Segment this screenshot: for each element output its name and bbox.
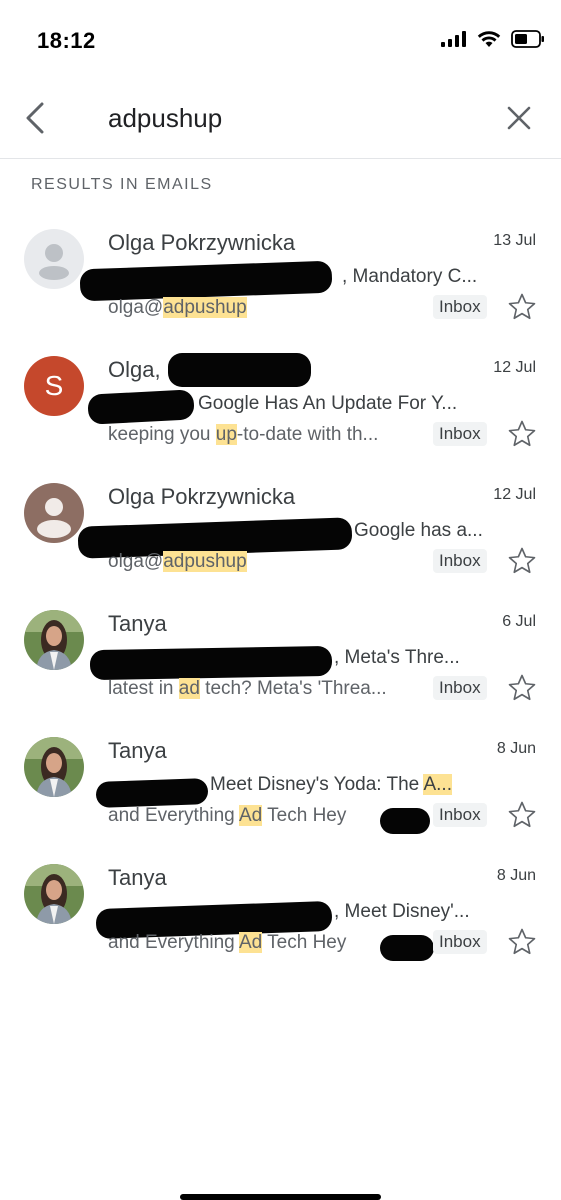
close-icon <box>507 106 531 130</box>
redaction-mark <box>168 353 311 387</box>
profile-photo-icon <box>24 610 84 670</box>
email-date: 8 Jun <box>496 740 536 757</box>
avatar-default <box>24 229 84 289</box>
email-subject: Google Has An Update For Y... <box>198 393 458 414</box>
email-date: 6 Jul <box>502 613 536 630</box>
label-badge: Inbox <box>433 549 487 573</box>
avatar-default <box>24 483 84 543</box>
avatar-initial: S <box>44 370 64 401</box>
sender-name: Olga Pokrzywnicka <box>108 484 296 509</box>
email-date: 8 Jun <box>496 867 536 884</box>
status-bar: 18:12 <box>0 0 561 80</box>
home-indicator[interactable] <box>180 1194 381 1200</box>
cellular-signal-icon <box>441 31 466 47</box>
battery-icon <box>511 30 544 48</box>
section-heading: RESULTS IN EMAILS <box>31 176 213 193</box>
profile-photo-icon <box>24 737 84 797</box>
sender-name: Olga, <box>108 357 161 382</box>
redaction-mark <box>87 389 195 425</box>
email-subject: Meet Disney's Yoda: The A... <box>210 774 452 795</box>
email-subject: , Meta's Thre... <box>334 647 460 668</box>
sender-name: Tanya <box>108 611 167 636</box>
search-highlight: Ad <box>238 805 263 826</box>
search-highlight: Ad <box>238 932 263 953</box>
default-person-icon <box>24 483 84 543</box>
clear-search-button[interactable] <box>501 100 537 136</box>
sender-name: Tanya <box>108 865 167 890</box>
email-row[interactable]: Olga Pokrzywnicka 13 Jul , Mandatory C..… <box>0 212 561 339</box>
default-person-icon <box>24 229 84 289</box>
sender-name: Olga Pokrzywnicka <box>108 230 296 255</box>
avatar-photo <box>24 610 84 670</box>
avatar-photo <box>24 737 84 797</box>
email-row[interactable]: Tanya 6 Jul , Meta's Thre... latest in a… <box>0 593 561 720</box>
email-row[interactable]: S Olga, 12 Jul Google Has An Update For … <box>0 339 561 466</box>
email-subject: , Meet Disney'... <box>334 901 470 922</box>
star-icon[interactable] <box>507 419 537 449</box>
search-highlight: A... <box>423 774 452 795</box>
search-highlight: adpushup <box>163 551 247 572</box>
email-snippet: latest in ad tech? Meta's 'Threa... <box>108 678 387 699</box>
label-badge: Inbox <box>433 295 487 319</box>
wifi-icon <box>477 31 501 47</box>
email-date: 12 Jul <box>493 359 536 376</box>
email-row[interactable]: Tanya 8 Jun , Meet Disney'... and Everyt… <box>0 847 561 974</box>
email-date: 12 Jul <box>493 486 536 503</box>
email-row[interactable]: Tanya 8 Jun Meet Disney's Yoda: The A...… <box>0 720 561 847</box>
star-icon[interactable] <box>507 927 537 957</box>
profile-photo-icon <box>24 864 84 924</box>
avatar-photo <box>24 864 84 924</box>
status-time: 18:12 <box>37 28 96 53</box>
email-snippet: olga@adpushup <box>108 551 247 572</box>
label-badge: Inbox <box>433 803 487 827</box>
sender-name: Tanya <box>108 738 167 763</box>
star-icon[interactable] <box>507 800 537 830</box>
search-highlight: ad <box>178 678 200 699</box>
search-input[interactable] <box>108 98 468 138</box>
email-date: 13 Jul <box>493 232 536 249</box>
back-arrow-icon <box>26 102 44 134</box>
status-icons <box>441 30 545 48</box>
avatar-letter: S <box>24 356 84 416</box>
redaction-mark <box>79 260 333 302</box>
search-highlight: up <box>215 424 237 445</box>
label-badge: Inbox <box>433 422 487 446</box>
results-list: Olga Pokrzywnicka 13 Jul , Mandatory C..… <box>0 212 561 974</box>
email-snippet: keeping you up-to-date with th... <box>108 424 379 445</box>
search-highlight: adpushup <box>163 297 247 318</box>
email-snippet: olga@adpushup <box>108 297 247 318</box>
email-row[interactable]: Olga Pokrzywnicka 12 Jul Google has a...… <box>0 466 561 593</box>
label-badge: Inbox <box>433 676 487 700</box>
redaction-mark <box>380 808 430 834</box>
email-subject: Google has a... <box>354 520 483 541</box>
label-badge: Inbox <box>433 930 487 954</box>
email-subject: , Mandatory C... <box>342 266 478 287</box>
back-button[interactable] <box>18 98 52 138</box>
redaction-mark <box>89 645 333 681</box>
star-icon[interactable] <box>507 546 537 576</box>
star-icon[interactable] <box>507 292 537 322</box>
redaction-mark <box>380 935 434 961</box>
search-bar <box>0 80 561 159</box>
star-icon[interactable] <box>507 673 537 703</box>
redaction-mark <box>95 778 209 808</box>
